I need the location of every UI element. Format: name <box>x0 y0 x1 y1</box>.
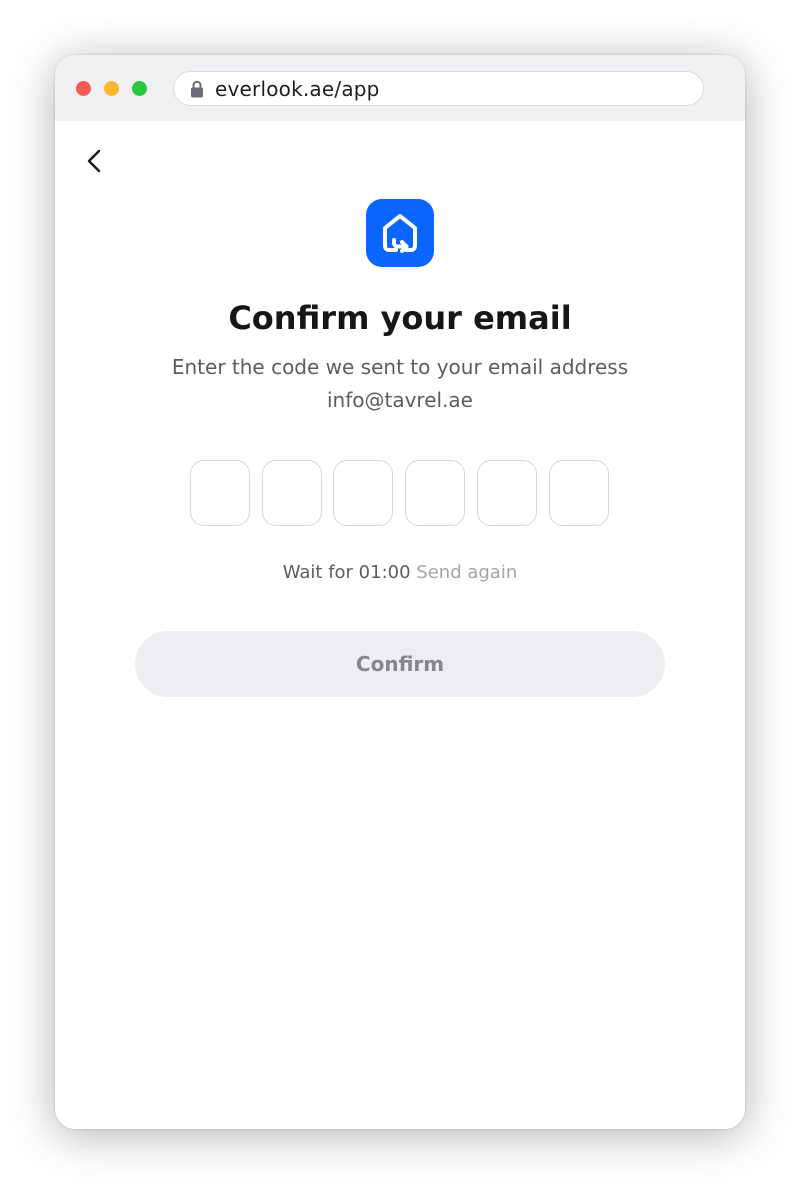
confirm-button[interactable]: Confirm <box>135 631 665 697</box>
verification-code-input <box>190 460 610 526</box>
page-background: everlook.ae/app Confirm your email Enter… <box>0 0 800 1184</box>
email-address: info@tavrel.ae <box>326 388 473 412</box>
code-digit-1[interactable] <box>190 460 250 526</box>
send-again-link[interactable]: Send again <box>416 562 517 583</box>
code-digit-2[interactable] <box>262 460 322 526</box>
page-title: Confirm your email <box>228 299 572 337</box>
address-url: everlook.ae/app <box>215 77 380 101</box>
maximize-window-button[interactable] <box>132 81 147 96</box>
chevron-left-icon[interactable] <box>83 147 105 175</box>
code-digit-3[interactable] <box>333 460 393 526</box>
app-logo <box>366 199 434 267</box>
instruction-text: Enter the code we sent to your email add… <box>171 355 629 379</box>
house-arrow-icon <box>383 214 417 253</box>
lock-icon <box>191 80 203 98</box>
minimize-window-button[interactable] <box>104 81 119 96</box>
code-digit-5[interactable] <box>477 460 537 526</box>
browser-toolbar: everlook.ae/app <box>55 55 745 121</box>
close-window-button[interactable] <box>76 81 91 96</box>
code-digit-6[interactable] <box>549 460 609 526</box>
resend-timer: Wait for 01:00 Send again <box>55 561 745 585</box>
countdown-text: Wait for 01:00 <box>282 562 411 583</box>
address-bar[interactable]: everlook.ae/app <box>173 71 704 106</box>
browser-window: everlook.ae/app Confirm your email Enter… <box>55 55 745 1129</box>
code-digit-4[interactable] <box>405 460 465 526</box>
